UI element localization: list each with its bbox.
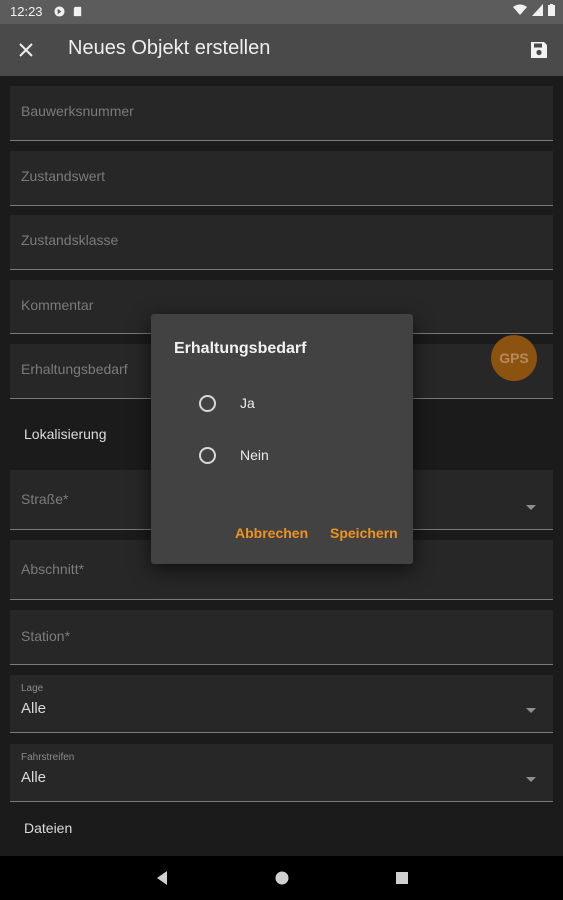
- recents-icon[interactable]: [394, 870, 410, 886]
- option-label: Ja: [240, 395, 255, 411]
- system-nav-bar: [0, 856, 563, 900]
- radio-button[interactable]: [199, 395, 216, 412]
- back-icon[interactable]: [154, 870, 170, 886]
- dialog-title: Erhaltungsbedarf: [174, 340, 307, 357]
- erhaltungsbedarf-dialog: Erhaltungsbedarf Ja Nein Abbrechen Speic…: [151, 314, 413, 564]
- option-label: Nein: [240, 447, 269, 463]
- option-ja[interactable]: Ja: [191, 388, 391, 418]
- home-icon[interactable]: [274, 870, 290, 886]
- option-nein[interactable]: Nein: [191, 440, 391, 470]
- save-button[interactable]: Speichern: [330, 525, 398, 541]
- cancel-button[interactable]: Abbrechen: [235, 525, 308, 541]
- radio-button[interactable]: [199, 447, 216, 464]
